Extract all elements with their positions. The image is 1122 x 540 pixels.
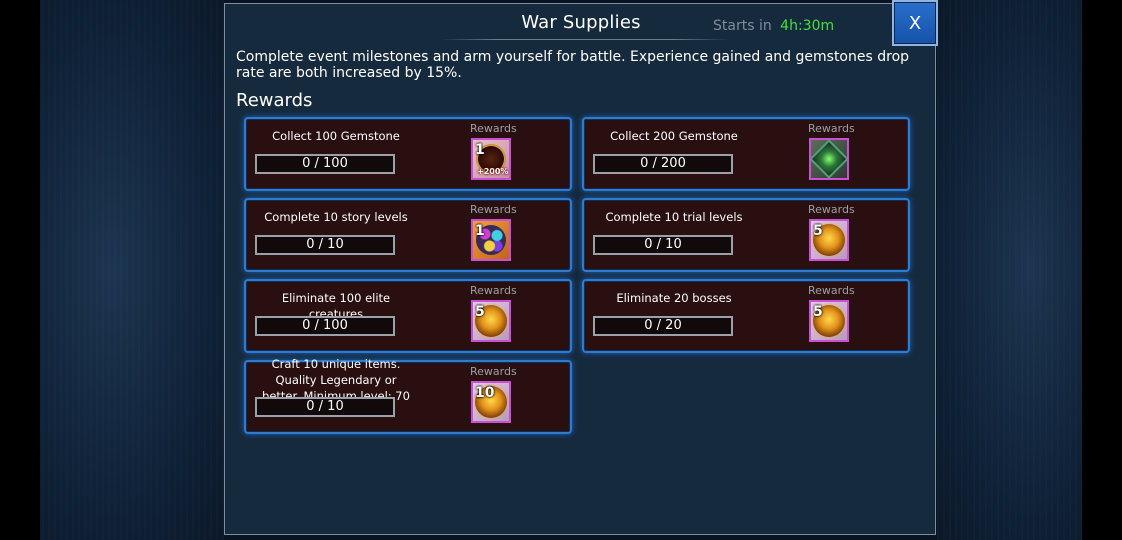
rewards-label: Rewards — [808, 203, 855, 216]
screen-edge-left — [0, 0, 40, 540]
reward-quantity: 5 — [813, 223, 823, 239]
milestone-title: Complete 10 trial levels — [605, 210, 743, 224]
title-underline — [440, 39, 730, 40]
milestone-title: Complete 10 story levels — [264, 210, 408, 224]
rewards-label: Rewards — [470, 203, 517, 216]
milestone-card[interactable]: Craft 10 unique items. Quality Legendary… — [244, 357, 572, 434]
reward-slot[interactable]: 5 — [809, 300, 849, 342]
green-cube-icon — [811, 140, 847, 178]
screen-edge-right — [1082, 0, 1122, 540]
milestone-progress: 0 / 100 — [255, 316, 395, 336]
reward-quantity: 1 — [475, 223, 485, 239]
milestone-title: Collect 100 Gemstone — [272, 129, 400, 143]
countdown-time: 4h:30m — [780, 18, 835, 34]
reward-slot[interactable]: 5 — [809, 219, 849, 261]
reward-quantity: 10 — [475, 385, 495, 401]
rewards-label: Rewards — [470, 122, 517, 135]
reward-slot[interactable]: 5 — [471, 300, 511, 342]
milestone-progress: 0 / 10 — [255, 397, 395, 417]
reward-quantity: 5 — [475, 304, 485, 320]
milestone-progress: 0 / 10 — [255, 235, 395, 255]
event-description: Complete event milestones and arm yourse… — [236, 49, 910, 81]
milestone-card[interactable]: Collect 200 Gemstone 0 / 200 Rewards — [582, 117, 910, 191]
milestone-progress: 0 / 10 — [593, 235, 733, 255]
milestone-title: Eliminate 20 bosses — [616, 291, 732, 305]
close-button[interactable]: X — [892, 0, 938, 46]
reward-slot[interactable] — [809, 138, 849, 180]
milestone-card[interactable]: Eliminate 100 elite creatures 0 / 100 Re… — [244, 279, 572, 353]
rewards-label: Rewards — [808, 122, 855, 135]
event-countdown: Starts in 4h:30m — [713, 18, 834, 34]
reward-slot[interactable]: 1 +200% — [471, 138, 511, 180]
rewards-label: Rewards — [470, 284, 517, 297]
rewards-heading: Rewards — [236, 90, 313, 111]
rewards-label: Rewards — [470, 365, 517, 378]
reward-slot[interactable]: 1 — [471, 219, 511, 261]
reward-quantity: 5 — [813, 304, 823, 320]
milestone-progress: 0 / 20 — [593, 316, 733, 336]
milestone-card[interactable]: Collect 100 Gemstone 0 / 100 Rewards 1 +… — [244, 117, 572, 191]
milestone-card[interactable]: Complete 10 trial levels 0 / 10 Rewards … — [582, 198, 910, 272]
milestone-title: Collect 200 Gemstone — [610, 129, 738, 143]
reward-slot[interactable]: 10 — [471, 381, 511, 423]
milestone-card[interactable]: Eliminate 20 bosses 0 / 20 Rewards 5 — [582, 279, 910, 353]
milestone-progress: 0 / 100 — [255, 154, 395, 174]
milestone-card[interactable]: Complete 10 story levels 0 / 10 Rewards … — [244, 198, 572, 272]
rewards-label: Rewards — [808, 284, 855, 297]
reward-quantity: 1 — [475, 142, 485, 158]
milestone-progress: 0 / 200 — [593, 154, 733, 174]
reward-badge: +200% — [477, 167, 509, 176]
countdown-label: Starts in — [713, 18, 772, 34]
